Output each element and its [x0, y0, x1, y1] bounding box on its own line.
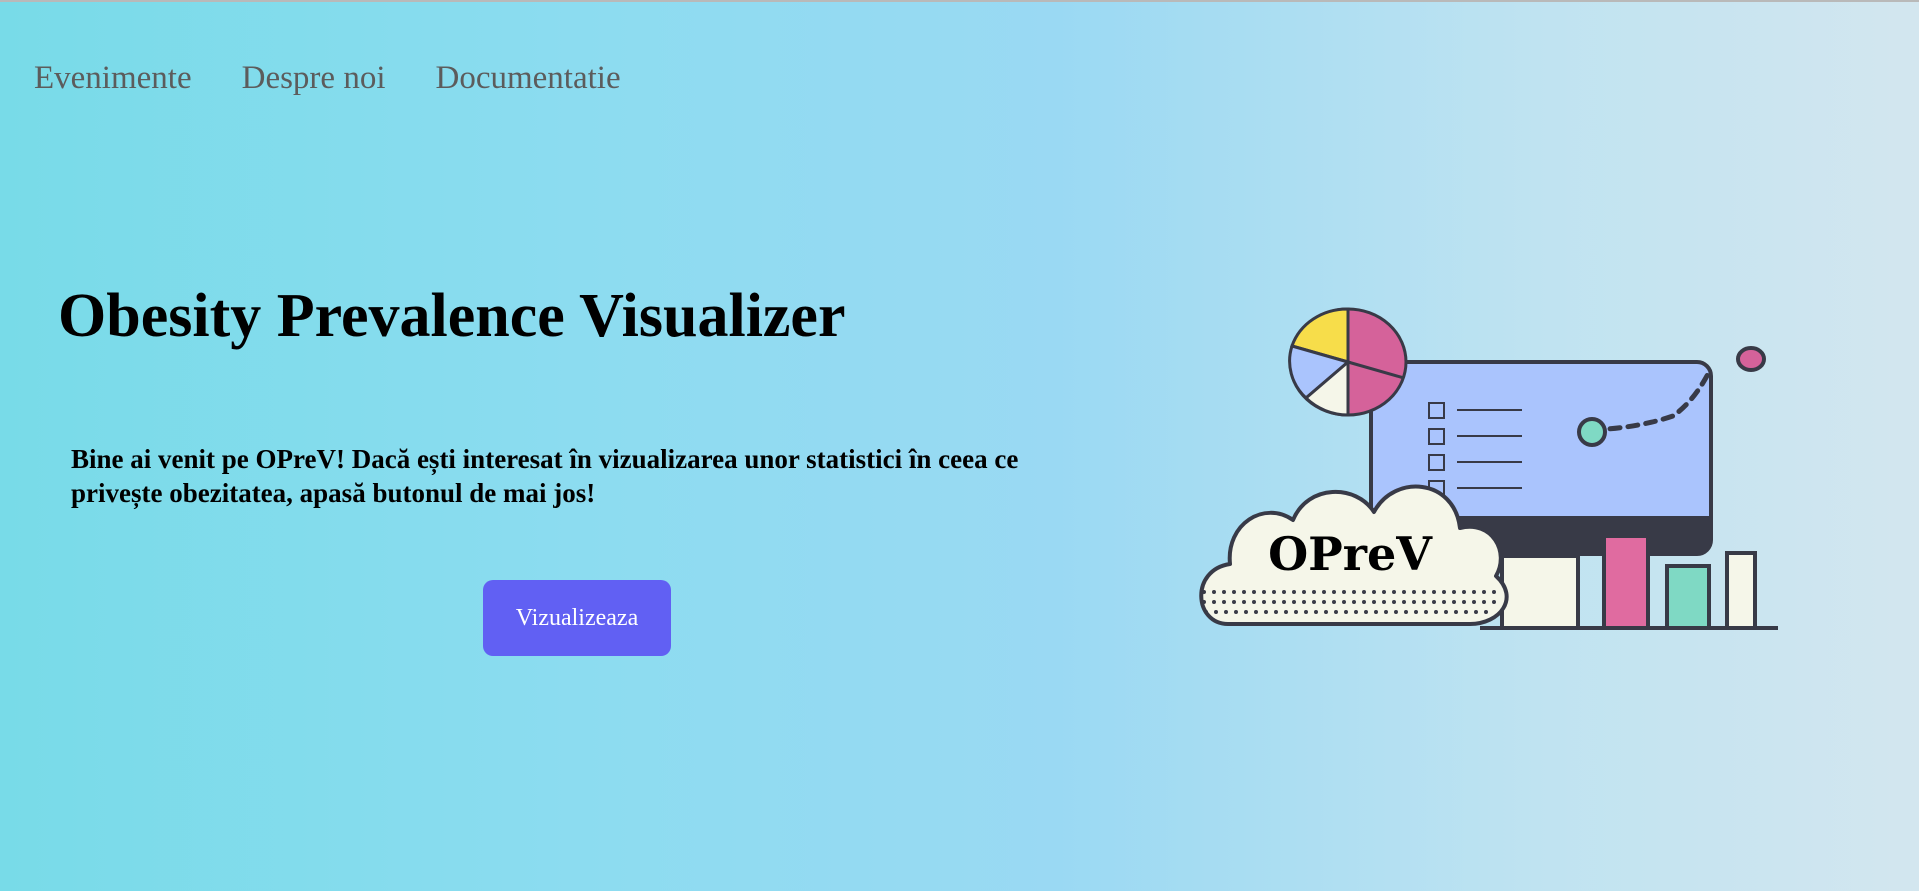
logo-text: OPreV: [1268, 527, 1433, 581]
nav-item-documentatie[interactable]: Documentatie: [436, 58, 621, 98]
intro-text: Bine ai venit pe OPreV! Dacă ești intere…: [71, 444, 1019, 508]
visualize-button[interactable]: Vizualizeaza: [483, 580, 671, 656]
hero-illustration: OPreV: [1199, 307, 1778, 630]
top-nav: Evenimente Despre noi Documentatie: [34, 58, 621, 98]
pie-chart-icon: [1288, 307, 1408, 417]
page-title: Obesity Prevalence Visualizer: [58, 282, 846, 350]
nav-item-evenimente[interactable]: Evenimente: [34, 58, 192, 98]
nav-item-despre-noi[interactable]: Despre noi: [242, 58, 386, 98]
